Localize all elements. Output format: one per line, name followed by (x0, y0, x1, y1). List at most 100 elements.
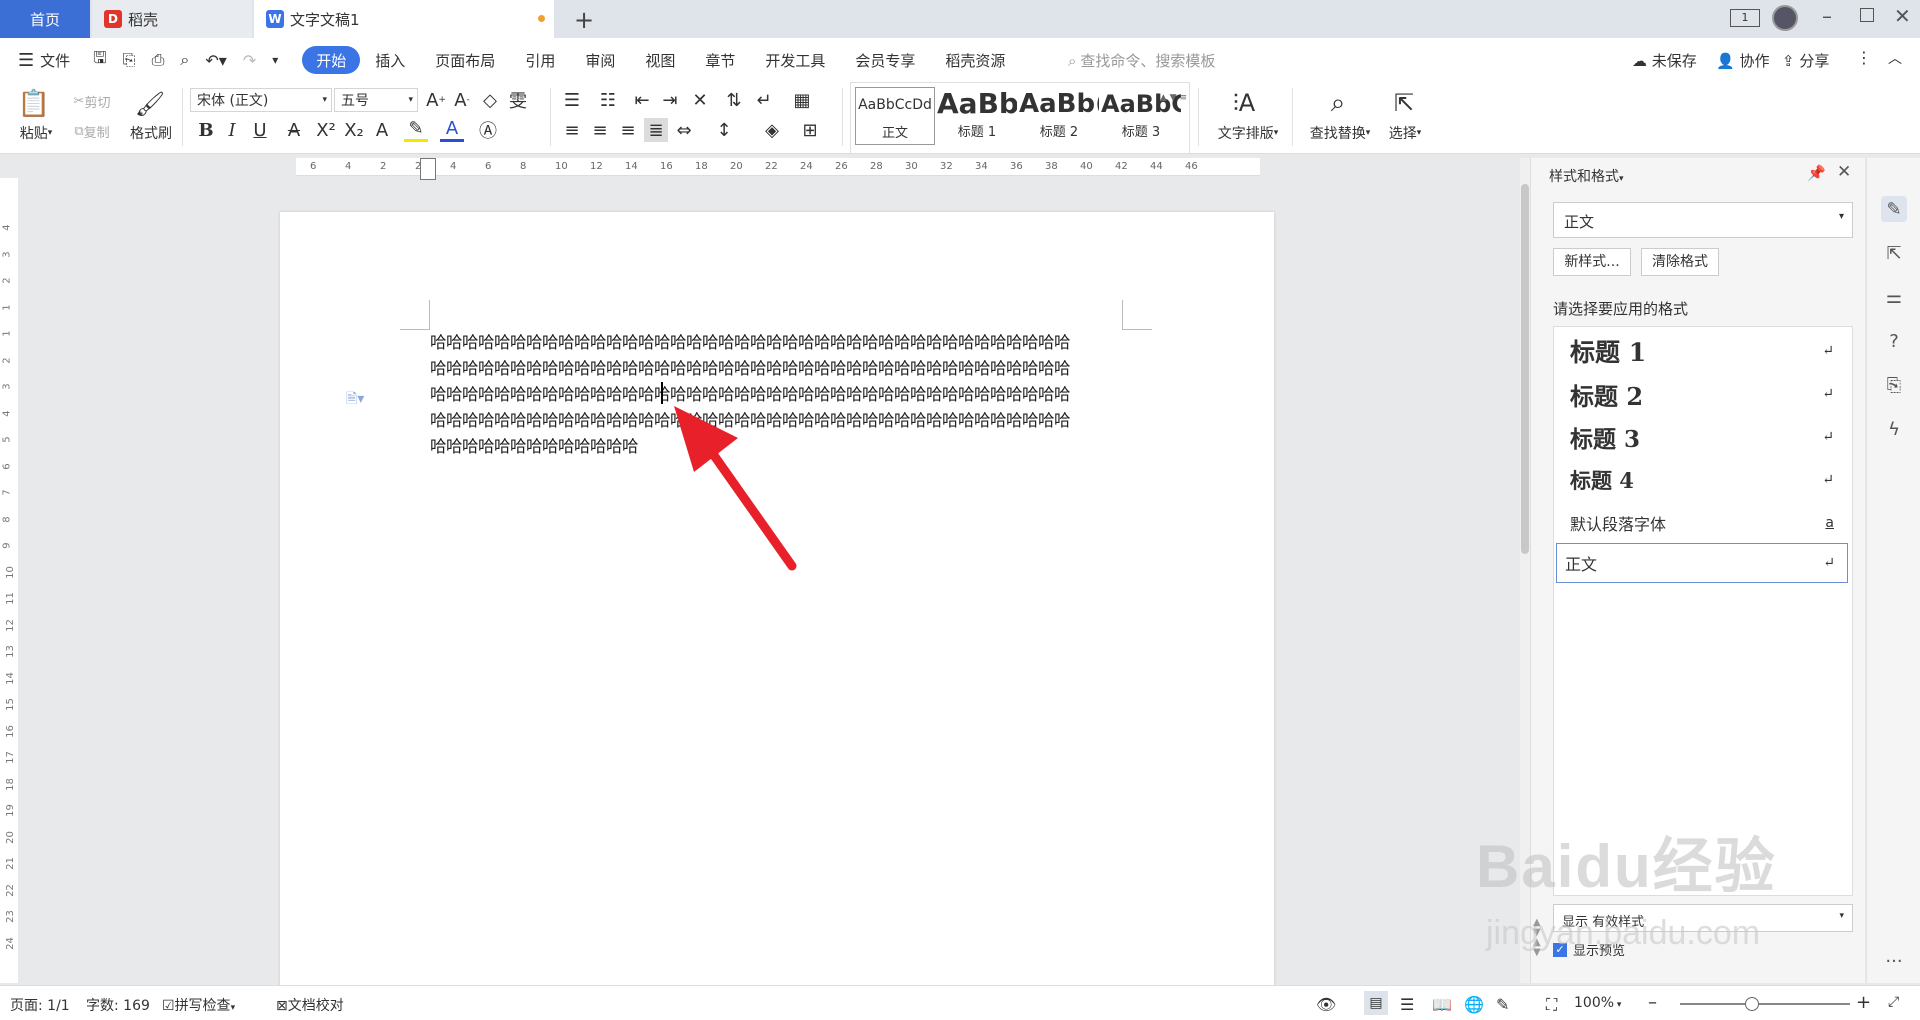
proofread-button[interactable]: ⊠文档校对 (276, 995, 344, 1015)
distributed-icon[interactable]: ⇔ (672, 118, 696, 142)
zoom-out-icon[interactable]: – (1648, 992, 1657, 1013)
font-name-select[interactable]: 宋体 (正文) ▾ (190, 88, 332, 112)
properties-icon[interactable]: ⚌ (1881, 284, 1907, 310)
strikethrough-icon[interactable]: A (282, 118, 306, 142)
char-border-icon[interactable]: Ⓐ (476, 118, 500, 142)
paste-button[interactable]: 粘贴 ▾ (12, 122, 60, 144)
style-gallery-item-2[interactable]: AaBb(标题 2 (1019, 87, 1099, 145)
bullet-list-icon[interactable]: ☰ (560, 88, 584, 112)
share-button[interactable]: ⇪ 分享 (1782, 50, 1829, 71)
backup-icon[interactable]: ⎘ (1881, 372, 1907, 398)
style-list-item[interactable]: 正文 ↵ (1556, 543, 1848, 583)
style-list-item[interactable]: 标题 3 ↵ (1562, 417, 1846, 457)
zoom-slider-handle[interactable] (1745, 997, 1759, 1011)
restore-icon[interactable] (1860, 8, 1874, 22)
redo-icon[interactable]: ↷ (235, 46, 264, 74)
chinese-layout-icon[interactable]: ✕ (688, 88, 712, 112)
style-list-item[interactable]: 标题 4 ↵ (1562, 460, 1846, 500)
unsaved-status[interactable]: ☁ 未保存 (1632, 50, 1697, 71)
menu-tab-0[interactable]: 开始 (302, 46, 361, 74)
superscript-icon[interactable]: X² (314, 118, 338, 142)
menu-tab-7[interactable]: 开发工具 (750, 46, 840, 74)
menu-tab-3[interactable]: 引用 (510, 46, 570, 74)
text-layout-button[interactable]: 文字排版 ▾ (1210, 122, 1286, 144)
phonetic-icon[interactable]: 雯 (506, 88, 530, 112)
eye-protection-icon[interactable]: 👁 (1316, 995, 1336, 1014)
increase-indent-icon[interactable]: ⇥ (658, 88, 682, 112)
command-search[interactable]: ⌕ 查找命令、搜索模板 (1068, 50, 1215, 71)
page-view-icon[interactable]: 1 (1730, 9, 1760, 27)
new-style-button[interactable]: 新样式... (1553, 248, 1631, 276)
undo-icon[interactable]: ↶▾ (197, 46, 234, 74)
tab-document[interactable]: W 文字文稿1 (254, 0, 554, 38)
decrease-indent-icon[interactable]: ⇤ (630, 88, 654, 112)
menu-tab-9[interactable]: 稻壳资源 (930, 46, 1020, 74)
align-justify-icon[interactable]: ≣ (644, 118, 668, 142)
quick-access-more-icon[interactable]: ▾ (264, 46, 286, 74)
table-grid-icon[interactable]: ▦ (790, 88, 814, 112)
shrink-font-icon[interactable]: A- (450, 88, 474, 112)
bold-icon[interactable]: B (194, 118, 218, 142)
document-line[interactable]: 哈哈哈哈哈哈哈哈哈哈哈哈哈哈哈哈哈哈哈哈哈哈哈哈哈哈哈哈哈哈哈哈哈哈哈哈哈哈哈哈 (430, 330, 1130, 356)
clear-format-button[interactable]: 清除格式 (1641, 248, 1719, 276)
grow-font-icon[interactable]: A + (424, 88, 448, 112)
borders-icon[interactable]: ⊞ (798, 118, 822, 142)
tab-home[interactable]: 首页 (0, 0, 90, 38)
spell-check-toggle[interactable]: ☑拼写检查▾ (162, 995, 235, 1015)
page-view-mode-icon[interactable]: ▤ (1364, 991, 1388, 1015)
collapse-ribbon-icon[interactable]: ︿ (1888, 48, 1902, 68)
write-mode-icon[interactable]: ✎ (1496, 995, 1509, 1014)
italic-icon[interactable]: I (220, 118, 244, 142)
menu-tab-8[interactable]: 会员专享 (840, 46, 930, 74)
styles-pen-icon[interactable]: ✎ (1881, 196, 1907, 222)
pin-icon[interactable]: 📌 (1807, 164, 1826, 182)
reading-view-icon[interactable]: 📖 (1432, 995, 1452, 1014)
fullscreen-icon[interactable]: ⤢ (1888, 994, 1899, 1010)
select-cursor-icon[interactable]: ⇱ (1386, 86, 1422, 120)
subscript-icon[interactable]: X₂ (342, 118, 366, 142)
tab-daoke[interactable]: D 稻壳 (92, 0, 252, 38)
find-replace-button[interactable]: 查找替换 ▾ (1302, 122, 1378, 144)
shading-icon[interactable]: ◈ (760, 118, 784, 142)
close-window-icon[interactable]: ✕ (1894, 4, 1911, 28)
align-left-icon[interactable]: ≡ (560, 118, 584, 142)
select-pointer-icon[interactable]: ⇱ (1881, 240, 1907, 266)
style-list-item[interactable]: 默认段落字体 a (1562, 503, 1846, 543)
web-view-icon[interactable]: 🌐 (1464, 995, 1484, 1014)
cut-button[interactable]: ✂ 剪切 (62, 90, 122, 112)
clear-format-icon[interactable]: ◇ (478, 88, 502, 112)
horizontal-ruler[interactable]: 6 4 2 2 4 6 8 10 12 14 16 18 20 22 24 26 28 30 32 34 36 38 40 4… (296, 158, 1260, 176)
export-pdf-icon[interactable]: ⎘ (115, 46, 144, 74)
menu-tab-5[interactable]: 视图 (630, 46, 690, 74)
numbered-list-icon[interactable]: ☷ (596, 88, 620, 112)
word-count[interactable]: 字数: 169 (86, 995, 150, 1015)
more-options-icon[interactable]: ⋮ (1856, 48, 1872, 67)
font-color-icon[interactable]: A (440, 118, 464, 142)
sort-icon[interactable]: ⇅ (722, 88, 746, 112)
style-gallery-item-0[interactable]: AaBbCcDd 正文 (855, 87, 935, 145)
menu-tab-4[interactable]: 审阅 (570, 46, 630, 74)
menu-tab-2[interactable]: 页面布局 (420, 46, 510, 74)
menu-tab-6[interactable]: 章节 (690, 46, 750, 74)
avatar[interactable] (1772, 5, 1798, 31)
more-icon[interactable]: ··· (1881, 948, 1907, 974)
collaborate-button[interactable]: 👤 协作 (1716, 50, 1769, 71)
format-painter-icon[interactable]: 🖌 (128, 86, 172, 122)
show-marks-icon[interactable]: ↵ (752, 88, 776, 112)
line-spacing-icon[interactable]: ↕ (712, 118, 736, 142)
menu-tab-1[interactable]: 插入 (360, 46, 420, 74)
copy-button[interactable]: ⧉ 复制 (62, 120, 122, 142)
fit-page-icon[interactable]: ⛶ (1546, 995, 1557, 1015)
current-style-select[interactable]: 正文 ▾ (1553, 202, 1853, 238)
print-preview-icon[interactable]: ⌕ (172, 46, 197, 74)
lightning-icon[interactable]: ϟ (1881, 416, 1907, 442)
close-pane-icon[interactable]: ✕ (1837, 162, 1851, 182)
paste-icon[interactable]: 📋 (14, 86, 54, 122)
align-right-icon[interactable]: ≡ (616, 118, 640, 142)
highlight-icon[interactable]: ✎ (404, 118, 428, 142)
document-page[interactable]: 🗎▾ 哈哈哈哈哈哈哈哈哈哈哈哈哈哈哈哈哈哈哈哈哈哈哈哈哈哈哈哈哈哈哈哈哈哈哈哈哈… (280, 212, 1274, 992)
page-count[interactable]: 页面: 1/1 (10, 995, 70, 1015)
zoom-slider[interactable] (1680, 1003, 1850, 1005)
file-menu[interactable]: ☰ 文件 (0, 46, 85, 74)
style-gallery-item-1[interactable]: AaBb 标题 1 (937, 87, 1017, 145)
